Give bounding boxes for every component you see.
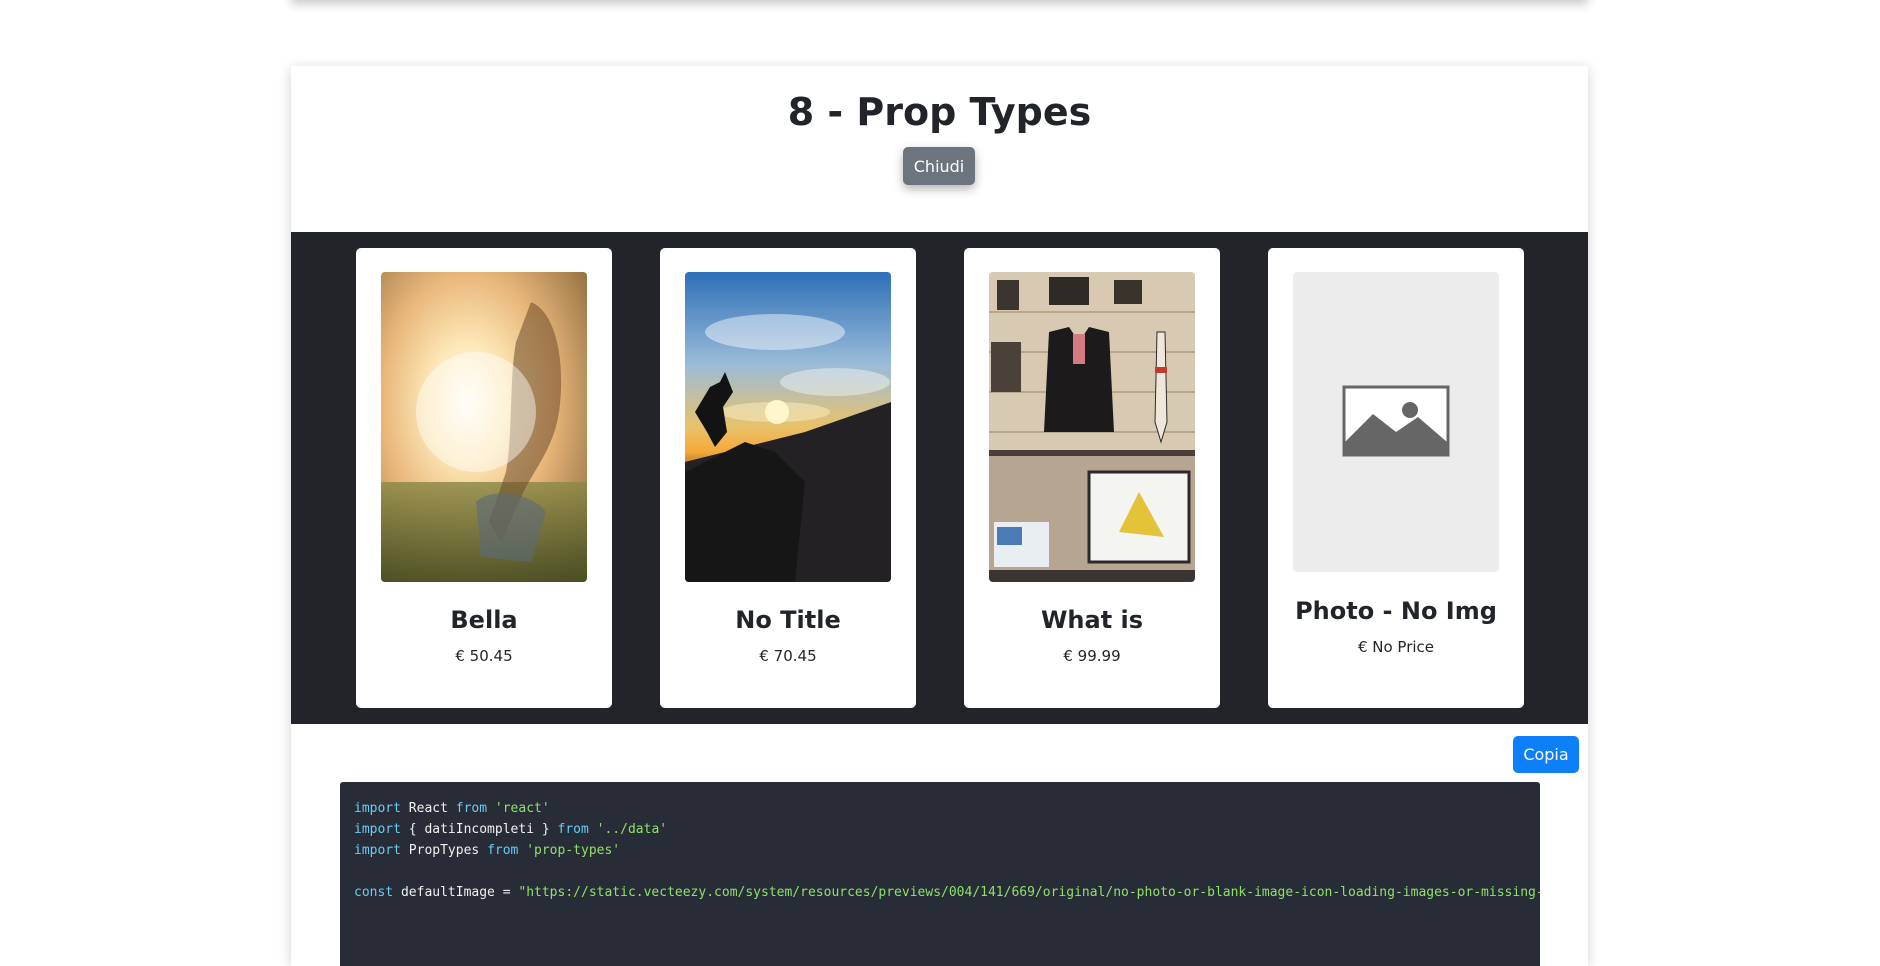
code-token: from [455, 801, 488, 816]
code-line: import { datiIncompleti } from '../data' [354, 819, 1526, 840]
code-token: 'prop-types' [518, 843, 621, 858]
close-button[interactable]: Chiudi [903, 147, 975, 185]
code-token: '../data' [588, 822, 668, 837]
card-no-title: No Title € 70.45 [660, 248, 916, 708]
card-title: Bella [450, 606, 518, 634]
card-price: € 70.45 [759, 647, 817, 665]
card-title: Photo - No Img [1295, 597, 1497, 625]
card-title: What is [1040, 606, 1144, 634]
code-block[interactable]: import React from 'react' import { datiIn… [340, 782, 1540, 966]
section-card-prop-types: 8 - Prop Types Chiudi Bella € 50.45 No T… [291, 66, 1588, 966]
card-price: € 50.45 [455, 647, 513, 665]
card-price: € 99.99 [1063, 647, 1121, 665]
code-line: import React from 'react' [354, 798, 1526, 819]
code-token: defaultImage = [393, 885, 519, 900]
code-token: PropTypes [400, 843, 488, 858]
clothing-store-wall-photo [989, 272, 1195, 582]
code-line: import PropTypes from 'prop-types' [354, 840, 1526, 861]
cards-container: Bella € 50.45 No Title € 70.45 What is €… [291, 232, 1588, 724]
code-token: 'react' [487, 801, 550, 816]
code-line: const defaultImage = "https://static.vec… [354, 882, 1540, 903]
card-what-is: What is € 99.99 [964, 248, 1220, 708]
card-price: € No Price [1357, 638, 1435, 656]
section-title: 8 - Prop Types [787, 90, 1092, 134]
card-photo-no-img: Photo - No Img € No Price [1268, 248, 1524, 708]
card-bella: Bella € 50.45 [356, 248, 612, 708]
image-placeholder-icon [1342, 385, 1450, 457]
code-token: const [354, 885, 394, 900]
copy-button[interactable]: Copia [1513, 736, 1579, 773]
code-token: from [557, 822, 589, 837]
code-token: { datiIncompleti } [400, 822, 558, 837]
person-jumping-at-sunset-photo [685, 272, 891, 582]
code-token: import [354, 822, 401, 837]
card-title: No Title [735, 606, 841, 634]
code-token: "https://static.vecteezy.com/system/reso… [518, 885, 1540, 900]
code-token: import [354, 801, 401, 816]
code-token: from [487, 843, 519, 858]
card-image-placeholder [1293, 272, 1499, 572]
girl-in-sunlight-photo [381, 272, 587, 582]
code-token: import [354, 843, 401, 858]
code-token: React [400, 801, 456, 816]
